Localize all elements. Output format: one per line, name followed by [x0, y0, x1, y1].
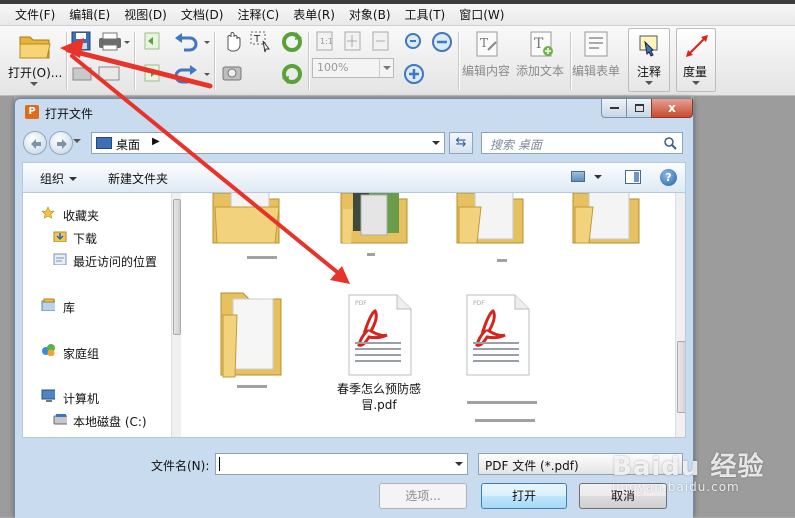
annotation-arrow-line: [70, 54, 344, 278]
annotation-overlay: [60, 38, 350, 284]
